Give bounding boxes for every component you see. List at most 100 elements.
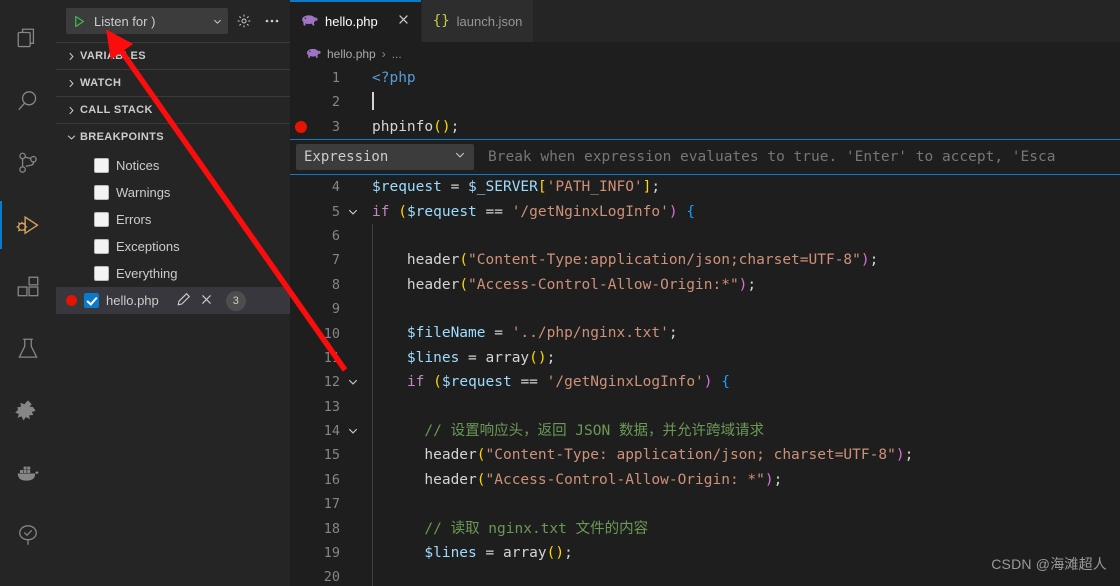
code-token: ( (433, 374, 442, 391)
code-token: = (476, 545, 503, 562)
checkbox[interactable] (84, 293, 99, 308)
checkbox[interactable] (94, 185, 109, 200)
line-content: header("Content-Type:application/json;ch… (366, 248, 878, 273)
line-number: 18 (323, 520, 340, 537)
tab-label: hello.php (325, 13, 378, 29)
fold-chevron-down-icon[interactable] (340, 425, 366, 437)
docker-whale-icon (14, 459, 42, 487)
breakpoint-dot-icon[interactable] (290, 120, 312, 133)
tab-bar-filler (534, 0, 1120, 42)
code-line[interactable]: 18 // 读取 nginx.txt 文件的内容 (290, 516, 1120, 541)
code-line[interactable]: 5 if ($request == '/getNginxLogInfo') { (290, 200, 1120, 224)
activity-item-source-control[interactable] (0, 132, 56, 194)
condition-expression-input[interactable]: Break when expression evaluates to true.… (488, 144, 1120, 170)
fold-chevron-down-icon[interactable] (340, 206, 366, 218)
activity-item-run-and-debug[interactable] (0, 194, 56, 256)
code-token: $lines (389, 545, 477, 562)
launch-configuration-select[interactable]: Listen for ) (66, 8, 228, 34)
breadcrumb-tail[interactable]: ... (392, 47, 402, 61)
ellipsis-icon[interactable] (260, 9, 284, 33)
close-icon[interactable] (397, 13, 410, 29)
activity-bar (0, 0, 56, 586)
activity-item-explorer[interactable] (0, 8, 56, 70)
condition-type-select[interactable]: Expression (296, 144, 474, 171)
code-line[interactable]: 3 phpinfo(); (290, 115, 1120, 139)
breakpoint-dot-icon (66, 295, 77, 306)
php-elephant-icon (306, 47, 321, 62)
code-line[interactable]: 13 (290, 394, 1120, 420)
code-token: ( (476, 471, 486, 488)
indent-guide (372, 297, 373, 322)
code-token: { (686, 203, 696, 220)
breakpoint-item-notices[interactable]: Notices (56, 152, 290, 179)
code-token: ; (564, 545, 573, 562)
section-header-variables[interactable]: VARIABLES (56, 42, 290, 69)
code-line[interactable]: 11 $lines = array(); (290, 345, 1120, 371)
code-line[interactable]: 9 (290, 297, 1120, 322)
line-content: $lines = array(); (366, 540, 573, 566)
source-control-icon (15, 150, 41, 176)
tab-hello-php[interactable]: hello.php (290, 0, 422, 42)
activity-item-testing[interactable] (0, 318, 56, 380)
files-icon (15, 26, 41, 52)
activity-item-source-tree[interactable] (0, 504, 56, 566)
code-line[interactable]: 7 header("Content-Type:application/json;… (290, 248, 1120, 273)
code-token: () (433, 118, 451, 135)
debug-sidebar: Listen for ) VARIABLES WATCH CALL STACK … (56, 0, 290, 586)
code-token: ; (869, 252, 879, 269)
pencil-icon[interactable] (176, 292, 191, 310)
activity-item-search[interactable] (0, 70, 56, 132)
code-line[interactable]: 1 <?php (290, 66, 1120, 90)
code-line[interactable]: 8 header("Access-Control-Allow-Origin:*"… (290, 272, 1120, 298)
code-token: $_SERVER (468, 179, 538, 196)
breakpoint-item-warnings[interactable]: Warnings (56, 179, 290, 206)
breakpoint-item-everything[interactable]: Everything (56, 260, 290, 287)
line-content (366, 394, 389, 420)
tab-launch-json[interactable]: {} launch.json (421, 0, 535, 42)
checkbox[interactable] (94, 266, 109, 281)
breakpoint-line-badge: 3 (225, 290, 246, 311)
code-line[interactable]: 6 (290, 223, 1120, 249)
checkbox[interactable] (94, 158, 109, 173)
breakpoint-item-exceptions[interactable]: Exceptions (56, 233, 290, 260)
code-line[interactable]: 4 $request = $_SERVER['PATH_INFO']; (290, 175, 1120, 199)
section-label-breakpoints: BREAKPOINTS (80, 131, 164, 143)
checkbox[interactable] (94, 212, 109, 227)
code-line[interactable]: 2 (290, 90, 1120, 114)
breakpoint-label: Everything (116, 266, 178, 281)
code-editor[interactable]: 1 <?php 2 3 phpinfo(); Expression Break when e… (290, 66, 1120, 586)
breakpoints-list: Notices Warnings Errors Exceptions Every… (56, 150, 290, 314)
code-line[interactable]: 17 (290, 492, 1120, 517)
code-token: () (529, 350, 547, 366)
section-label-call-stack: CALL STACK (80, 104, 153, 116)
activity-item-extensions[interactable] (0, 256, 56, 318)
breakpoint-item-hello-php[interactable]: hello.php 3 (56, 287, 290, 314)
code-line[interactable]: 10 $fileName = '../php/nginx.txt'; (290, 321, 1120, 346)
chevron-down-icon[interactable] (454, 145, 466, 169)
line-content: $request = $_SERVER['PATH_INFO']; (366, 175, 660, 199)
line-number: 19 (323, 545, 340, 562)
checkbox[interactable] (94, 239, 109, 254)
json-braces-icon: {} (432, 13, 450, 29)
code-token: // 读取 nginx.txt 文件的内容 (389, 520, 649, 537)
section-header-breakpoints[interactable]: BREAKPOINTS (56, 123, 290, 150)
fold-chevron-down-icon[interactable] (340, 376, 366, 388)
tree-check-icon (15, 522, 41, 548)
gear-icon[interactable] (232, 9, 256, 33)
activity-item-docker[interactable] (0, 442, 56, 504)
chevron-down-icon[interactable] (208, 16, 226, 27)
chevron-right-icon (62, 78, 80, 89)
line-number: 9 (331, 301, 340, 318)
section-header-watch[interactable]: WATCH (56, 69, 290, 96)
play-icon[interactable] (66, 8, 92, 34)
breakpoint-item-errors[interactable]: Errors (56, 206, 290, 233)
close-icon[interactable] (200, 293, 213, 309)
activity-item-php-tools[interactable] (0, 380, 56, 442)
line-number: 13 (323, 398, 340, 415)
code-line[interactable]: 14 // 设置响应头，返回 JSON 数据，并允许跨域请求 (290, 418, 1120, 444)
code-line[interactable]: 15 header("Content-Type: application/jso… (290, 443, 1120, 468)
code-line[interactable]: 16 header("Access-Control-Allow-Origin: … (290, 467, 1120, 493)
breadcrumb-file[interactable]: hello.php (327, 47, 376, 61)
section-header-call-stack[interactable]: CALL STACK (56, 96, 290, 123)
code-line[interactable]: 12 if ($request == '/getNginxLogInfo') { (290, 370, 1120, 395)
